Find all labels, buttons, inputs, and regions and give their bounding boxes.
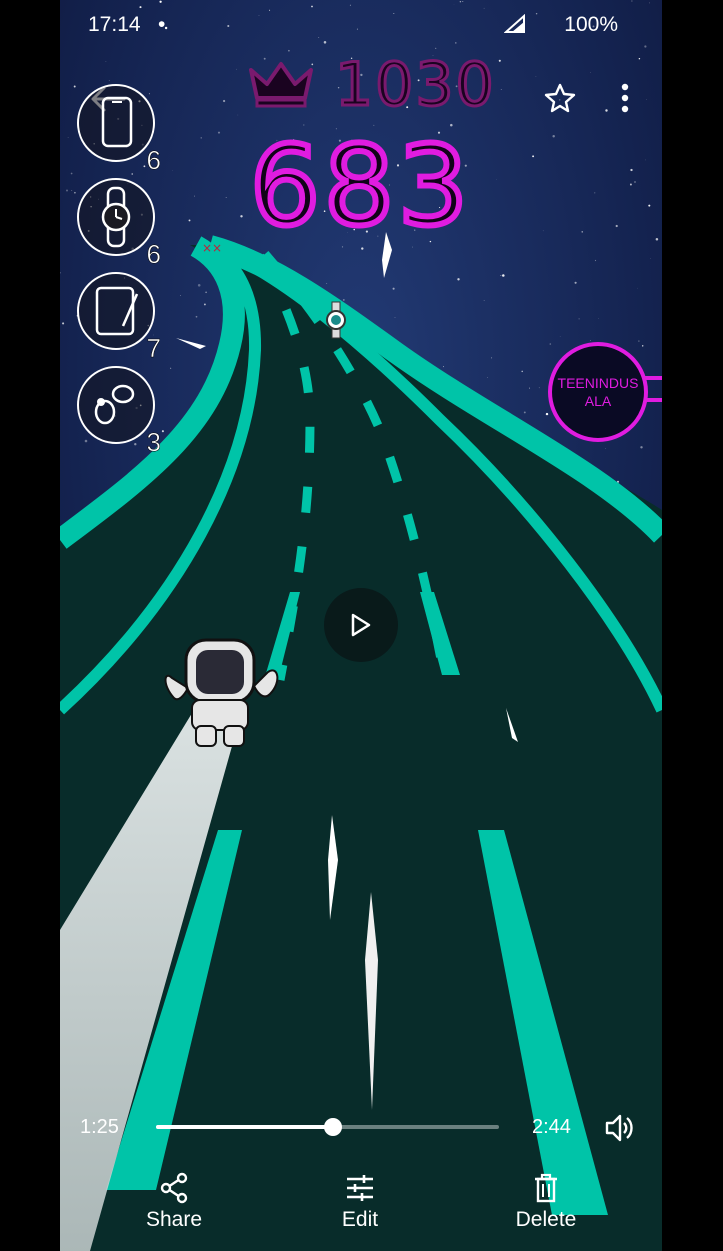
star-dot	[392, 287, 395, 290]
delete-label: Delete	[515, 1208, 577, 1231]
star-dot	[134, 443, 137, 446]
delete-button[interactable]: Delete	[486, 1172, 606, 1232]
star-dot	[640, 446, 643, 449]
star-dot	[197, 284, 201, 287]
item-count: 3	[146, 427, 161, 458]
star-dot	[578, 318, 580, 320]
star-dot	[443, 366, 444, 368]
star-dot	[205, 291, 207, 294]
share-label: Share	[145, 1208, 203, 1231]
star-dot	[73, 85, 76, 88]
star-dot	[342, 298, 345, 301]
trash-icon	[535, 1173, 557, 1203]
star-dot	[487, 377, 488, 378]
star-dot	[502, 274, 505, 277]
item-count: 7	[146, 333, 161, 364]
star-dot	[641, 345, 644, 347]
star-dot	[179, 294, 182, 297]
star-dot	[394, 317, 396, 318]
watch-icon	[101, 186, 131, 248]
star-dot	[62, 322, 65, 325]
star-dot	[500, 89, 502, 91]
star-dot	[646, 99, 648, 100]
seek-bar[interactable]	[156, 1118, 499, 1136]
item-badge-watch: 6	[77, 178, 161, 269]
star-dot	[574, 281, 577, 284]
item-badge-earbuds: 3	[77, 366, 161, 457]
star-dot	[638, 340, 640, 342]
star-dot	[236, 68, 237, 70]
star-dot	[589, 339, 591, 341]
status-bar: 17:14 • 100%	[60, 0, 662, 48]
star-dot	[535, 76, 537, 77]
star-dot	[483, 299, 485, 301]
star-dot	[161, 430, 164, 433]
star-dot	[523, 411, 526, 414]
video-viewer: ×× 17:14 • 100% 1030 683 6 6 7 3 TEENIND…	[60, 0, 662, 1251]
star-dot	[326, 283, 328, 284]
item-count: 6	[146, 239, 161, 270]
tablet-icon	[95, 286, 139, 336]
star-dot	[288, 49, 290, 52]
item-badge-tablet: 7	[77, 272, 161, 363]
share-icon	[160, 1172, 188, 1204]
star-dot	[594, 259, 597, 262]
item-badge-phone: 6	[77, 84, 161, 175]
star-dot	[605, 448, 606, 449]
star-dot	[203, 303, 206, 306]
star-dot	[491, 357, 493, 359]
status-time: 17:14	[88, 13, 141, 36]
star-dot	[545, 412, 549, 416]
high-score-value: 1030	[334, 49, 496, 122]
total-time: 2:44	[532, 1116, 571, 1138]
star-dot	[605, 109, 608, 112]
star-dot	[500, 275, 502, 277]
star-dot	[108, 80, 110, 81]
star-dot	[498, 59, 501, 62]
service-area-label: TEENINDUS ALA	[557, 375, 639, 409]
current-time: 1:25	[80, 1116, 119, 1138]
item-count: 6	[146, 145, 161, 176]
notification-dot: •	[158, 13, 166, 36]
star-dot	[538, 387, 540, 389]
sliders-icon	[347, 1175, 373, 1201]
crown-icon	[249, 62, 313, 108]
star-dot	[598, 318, 599, 319]
star-dot	[105, 61, 107, 62]
sign-connector	[644, 376, 662, 402]
earbuds-icon	[94, 384, 135, 425]
star-dot	[521, 370, 523, 373]
play-icon	[351, 613, 371, 637]
star-dot	[549, 343, 552, 345]
star-dot	[589, 72, 591, 73]
star-dot	[170, 367, 172, 369]
favorite-star-icon[interactable]	[544, 82, 576, 114]
volume-icon[interactable]	[603, 1111, 637, 1145]
edit-button[interactable]: Edit	[300, 1172, 420, 1232]
play-button[interactable]	[324, 588, 398, 662]
star-dot	[638, 57, 641, 60]
star-dot	[222, 99, 226, 103]
edit-label: Edit	[341, 1208, 379, 1231]
battery-percent: 100%	[564, 13, 618, 36]
star-dot	[195, 315, 198, 318]
more-options-icon[interactable]	[613, 82, 637, 114]
star-dot	[529, 387, 531, 389]
seek-bar-progress	[156, 1125, 334, 1129]
star-dot	[457, 278, 460, 281]
phone-icon	[101, 96, 133, 148]
share-button[interactable]: Share	[114, 1172, 234, 1232]
service-area-sign: TEENINDUS ALA	[548, 342, 648, 442]
signal-icon	[504, 14, 525, 33]
